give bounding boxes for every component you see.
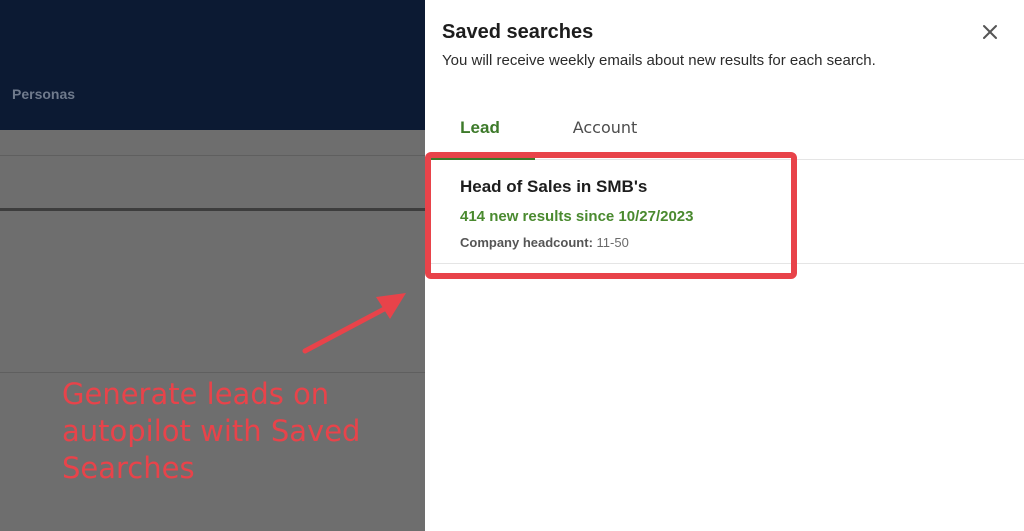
- tab-account[interactable]: Account: [555, 108, 655, 160]
- panel-subtitle: You will receive weekly emails about new…: [442, 52, 876, 69]
- divider: [0, 372, 425, 373]
- close-button[interactable]: [978, 20, 1002, 44]
- panel-title: Saved searches: [442, 21, 594, 43]
- saved-search-title: Head of Sales in SMB's: [460, 177, 648, 196]
- nav-personas[interactable]: Personas: [12, 86, 75, 102]
- filter-value: 11-50: [596, 235, 629, 250]
- saved-search-item[interactable]: Head of Sales in SMB's 414 new results s…: [425, 161, 1024, 264]
- filter-key: Company headcount:: [460, 235, 593, 250]
- close-icon: [983, 25, 997, 39]
- app-header: Personas: [0, 0, 425, 130]
- tab-lead[interactable]: Lead: [425, 108, 535, 160]
- new-results-count[interactable]: 414 new results since 10/27/2023: [460, 208, 694, 225]
- annotation-arrow-icon: [302, 293, 406, 354]
- annotation-text: Generate leads on autopilot with Saved S…: [62, 377, 361, 485]
- divider: [0, 208, 425, 211]
- saved-search-filter: Company headcount: 11-50: [460, 235, 629, 250]
- tab-bar: Lead Account: [425, 108, 1024, 160]
- divider: [0, 155, 425, 156]
- saved-searches-panel: Saved searches You will receive weekly e…: [425, 0, 1024, 531]
